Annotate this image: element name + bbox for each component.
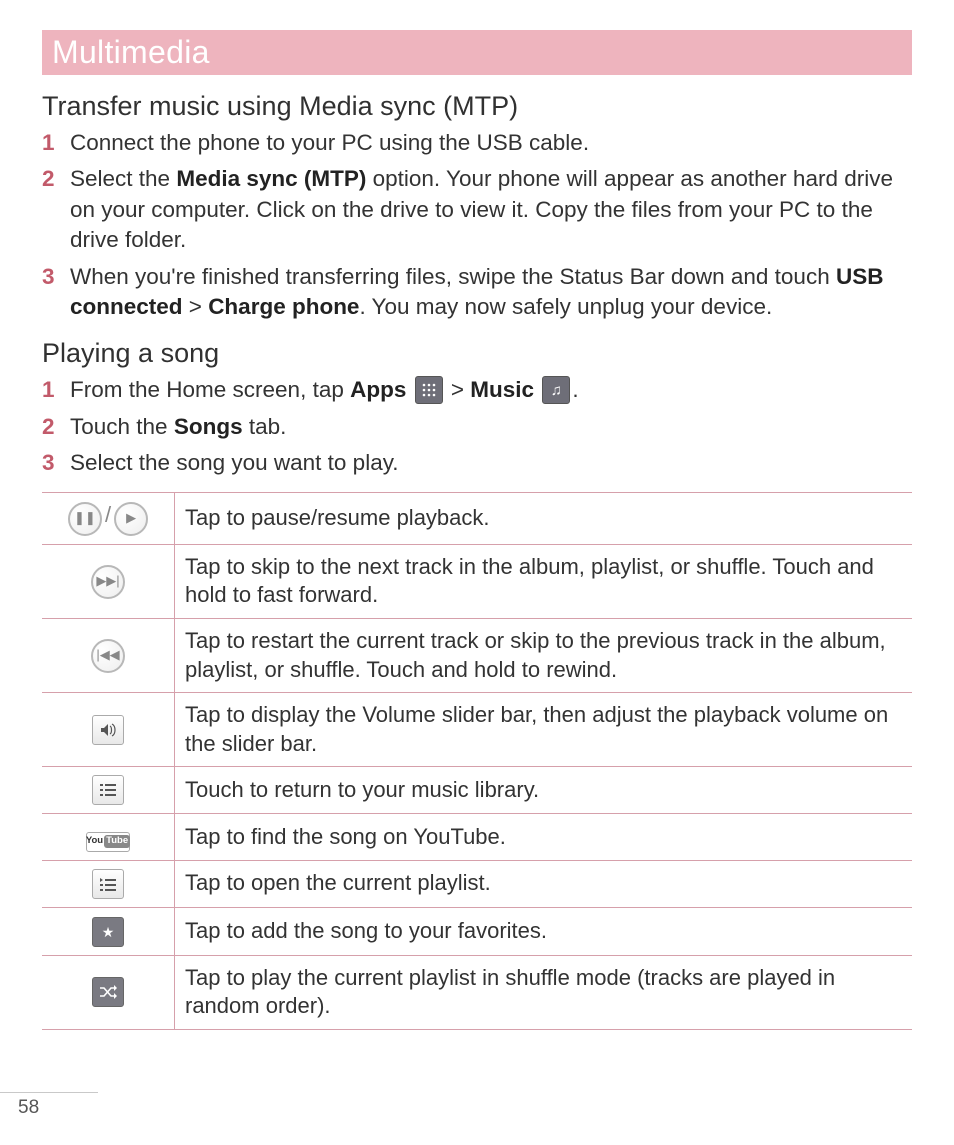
section-heading-transfer: Transfer music using Media sync (MTP) [42,91,912,122]
step-text: When you're finished transferring files,… [70,262,912,323]
step-text: Connect the phone to your PC using the U… [70,128,912,158]
library-icon [92,775,124,805]
next-track-icon: ▶▶| [91,565,125,599]
step-number: 2 [42,412,70,442]
table-row: Tap to display the Volume slider bar, th… [42,693,912,767]
control-desc: Tap to add the song to your favorites. [175,907,913,955]
favorite-icon: ★ [92,917,124,947]
steps-transfer: 1 Connect the phone to your PC using the… [42,128,912,322]
volume-icon [92,715,124,745]
table-row: ❚❚/▶ Tap to pause/resume playback. [42,493,912,544]
control-desc: Tap to open the current playlist. [175,860,913,907]
music-icon: ♫ [542,376,570,404]
control-desc: Tap to pause/resume playback. [175,493,913,544]
table-row: YouTube Tap to find the song on YouTube. [42,814,912,860]
play-icon: ▶ [114,502,148,536]
step-number: 2 [42,164,70,255]
step-text: Touch the Songs tab. [70,412,912,442]
control-desc: Tap to restart the current track or skip… [175,619,913,693]
chapter-title: Multimedia [42,30,912,75]
step-text: Select the song you want to play. [70,448,912,478]
step-text: Select the Media sync (MTP) option. Your… [70,164,912,255]
step-text: From the Home screen, tap Apps > Music ♫… [70,375,912,405]
control-desc: Tap to skip to the next track in the alb… [175,544,913,618]
table-row: Tap to play the current playlist in shuf… [42,955,912,1029]
table-row: ▶▶| Tap to skip to the next track in the… [42,544,912,618]
shuffle-icon [92,977,124,1007]
controls-table: ❚❚/▶ Tap to pause/resume playback. ▶▶| T… [42,492,912,1029]
steps-playing: 1 From the Home screen, tap Apps > Music… [42,375,912,478]
table-row: ★ Tap to add the song to your favorites. [42,907,912,955]
prev-track-icon: |◀◀ [91,639,125,673]
step-number: 1 [42,375,70,405]
pause-icon: ❚❚ [68,502,102,536]
control-desc: Tap to display the Volume slider bar, th… [175,693,913,767]
apps-icon [415,376,443,404]
playlist-icon [92,869,124,899]
youtube-icon: YouTube [86,832,130,852]
control-desc: Touch to return to your music library. [175,767,913,814]
section-heading-playing: Playing a song [42,338,912,369]
step-number: 3 [42,448,70,478]
table-row: Tap to open the current playlist. [42,860,912,907]
step-number: 3 [42,262,70,323]
table-row: Touch to return to your music library. [42,767,912,814]
step-number: 1 [42,128,70,158]
control-desc: Tap to find the song on YouTube. [175,814,913,860]
control-desc: Tap to play the current playlist in shuf… [175,955,913,1029]
table-row: |◀◀ Tap to restart the current track or … [42,619,912,693]
page-number: 58 [0,1092,98,1119]
